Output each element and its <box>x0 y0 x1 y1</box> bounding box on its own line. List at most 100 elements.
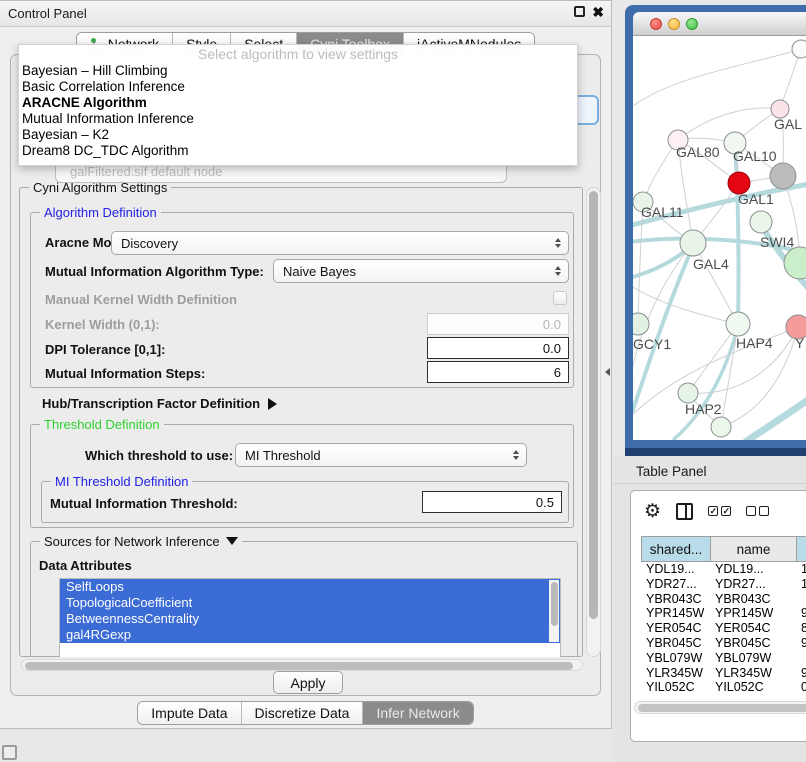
table-cell: YBL079W <box>710 651 796 666</box>
network-node[interactable] <box>770 163 796 189</box>
network-node[interactable] <box>750 211 772 233</box>
table-row[interactable]: YDL19...YDL19...13 <box>641 562 806 577</box>
combo-value: Naive Bayes <box>283 264 356 279</box>
table-cell: 8. <box>796 621 806 636</box>
which-threshold-label: Which threshold to use: <box>85 448 233 463</box>
network-node[interactable] <box>792 40 806 58</box>
combo-value: galFiltered.sif default node <box>70 164 222 179</box>
hub-definition-expander[interactable]: Hub/Transcription Factor Definition <box>42 396 277 411</box>
tab-label: Discretize Data <box>255 705 350 721</box>
table-cell: YER054C <box>641 621 710 636</box>
node-label: HAP2 <box>685 401 722 417</box>
panel-divider-handle-icon[interactable] <box>605 368 610 376</box>
node-label: GAL4 <box>693 256 729 272</box>
algorithm-option[interactable]: Mutual Information Inference <box>19 111 577 127</box>
close-traffic-icon[interactable] <box>650 18 662 30</box>
algorithm-option[interactable]: Bayesian – K2 <box>19 127 577 143</box>
tab-discretize-data[interactable]: Discretize Data <box>242 702 364 724</box>
dpi-tolerance-field[interactable] <box>427 337 569 359</box>
deselect-all-icon[interactable] <box>746 506 769 516</box>
table-panel-region: Table Panel ⚙ ✓✓ shared... name YDL19...… <box>613 456 806 762</box>
float-window-icon[interactable] <box>574 6 585 17</box>
table-row[interactable]: YBL079WYBL079W <box>641 651 806 666</box>
network-node[interactable] <box>711 417 731 437</box>
settings-vertical-scrollbar[interactable] <box>586 187 601 657</box>
focused-combo-edge <box>578 95 599 125</box>
tab-impute-data[interactable]: Impute Data <box>138 702 241 724</box>
table-cell: YBR043C <box>641 592 710 607</box>
control-panel-window: Control Panel ✖ Network Style Select Cyn… <box>0 0 612 729</box>
tab-infer-network[interactable]: Infer Network <box>363 702 472 724</box>
kernel-width-field[interactable] <box>427 313 569 335</box>
node-label: GAL <box>774 116 802 132</box>
algorithm-option[interactable]: Basic Correlation Inference <box>19 79 577 95</box>
mi-steps-label: Mutual Information Steps: <box>45 366 205 381</box>
table-cell: 9. <box>796 636 806 651</box>
zoom-traffic-icon[interactable] <box>686 18 698 30</box>
table-row[interactable]: YER054CYER054C8. <box>641 621 806 636</box>
table-cell: YBR045C <box>710 636 796 651</box>
node-label: GAL80 <box>676 144 720 160</box>
table-cell: YPR145W <box>641 606 710 621</box>
table-row[interactable]: YBR043CYBR043C <box>641 592 806 607</box>
minimize-traffic-icon[interactable] <box>668 18 680 30</box>
attribute-list-item[interactable]: BetweennessCentrality <box>60 611 560 627</box>
algorithm-option[interactable]: ARACNE Algorithm <box>19 95 577 111</box>
mi-threshold-definition-group: MI Threshold Definition Mutual Informati… <box>41 481 569 523</box>
table-cell: YDR27... <box>641 577 710 592</box>
algorithm-definition-group: Algorithm Definition Aracne Mode: Discov… <box>30 212 574 388</box>
column-header[interactable]: shared... <box>641 536 710 562</box>
table-cell: YBR045C <box>641 636 710 651</box>
table-cell: YDR27... <box>710 577 796 592</box>
manual-kernel-checkbox[interactable] <box>553 291 567 305</box>
node-label: HAP4 <box>736 335 773 351</box>
sources-title-toggle[interactable]: Sources for Network Inference <box>40 534 242 549</box>
node-label: Y <box>795 335 805 351</box>
network-canvas[interactable]: GALGAL80GAL10GAL1GAL11SWI4GAL4GCY1HAP4YH… <box>633 36 806 440</box>
table-row[interactable]: YLR345WYLR345W9. <box>641 666 806 681</box>
network-node[interactable] <box>726 312 750 336</box>
network-node[interactable] <box>678 383 698 403</box>
mi-threshold-field[interactable] <box>422 491 562 513</box>
stepper-arrows-icon <box>555 266 561 276</box>
list-scrollbar[interactable] <box>549 580 559 642</box>
algorithm-option[interactable]: Bayesian – Hill Climbing <box>19 63 577 79</box>
network-node[interactable] <box>784 247 806 279</box>
group-title: Algorithm Definition <box>40 205 161 220</box>
table-row[interactable]: YDR27...YDR27...12 <box>641 577 806 592</box>
column-layout-icon[interactable] <box>676 503 693 520</box>
node-label: SWI4 <box>760 234 794 250</box>
table-horizontal-scrollbar[interactable] <box>634 701 806 714</box>
mi-type-combo[interactable]: Naive Bayes <box>273 259 569 283</box>
mi-steps-field[interactable] <box>427 361 569 383</box>
stepper-arrows-icon <box>555 238 561 248</box>
select-all-icon[interactable]: ✓✓ <box>708 506 731 516</box>
collapsed-panel-icon[interactable] <box>2 745 17 760</box>
gear-icon[interactable]: ⚙ <box>644 502 661 521</box>
attribute-list-item[interactable]: SelfLoops <box>60 579 560 595</box>
close-icon[interactable]: ✖ <box>592 4 604 21</box>
tab-label: Infer Network <box>376 705 459 721</box>
network-view-window: GALGAL80GAL10GAL1GAL11SWI4GAL4GCY1HAP4YH… <box>625 5 806 457</box>
apply-button[interactable]: Apply <box>273 671 343 694</box>
network-node[interactable] <box>633 313 649 335</box>
which-threshold-combo[interactable]: MI Threshold <box>235 443 527 467</box>
combo-value: MI Threshold <box>245 448 321 463</box>
table-row[interactable]: YIL052CYIL052C0. <box>641 680 806 695</box>
column-header[interactable] <box>796 536 806 562</box>
network-node[interactable] <box>680 230 706 256</box>
dropdown-placeholder: Select algorithm to view settings <box>19 45 577 63</box>
aracne-mode-combo[interactable]: Discovery <box>111 231 569 255</box>
table-panel-title: Table Panel <box>636 464 707 479</box>
attribute-list-item[interactable]: gal4RGexp <box>60 627 560 643</box>
settings-horizontal-scrollbar[interactable] <box>21 659 583 671</box>
manual-kernel-label: Manual Kernel Width Definition <box>45 292 237 307</box>
table-cell: YIL052C <box>710 680 796 695</box>
group-title: MI Threshold Definition <box>51 474 192 489</box>
column-header[interactable]: name <box>710 536 796 562</box>
attribute-list-item[interactable]: TopologicalCoefficient <box>60 595 560 611</box>
table-row[interactable]: YPR145WYPR145W9. <box>641 606 806 621</box>
algorithm-option[interactable]: Dream8 DC_TDC Algorithm <box>19 143 577 159</box>
table-toolbar: ⚙ ✓✓ <box>631 491 806 531</box>
table-row[interactable]: YBR045CYBR045C9. <box>641 636 806 651</box>
